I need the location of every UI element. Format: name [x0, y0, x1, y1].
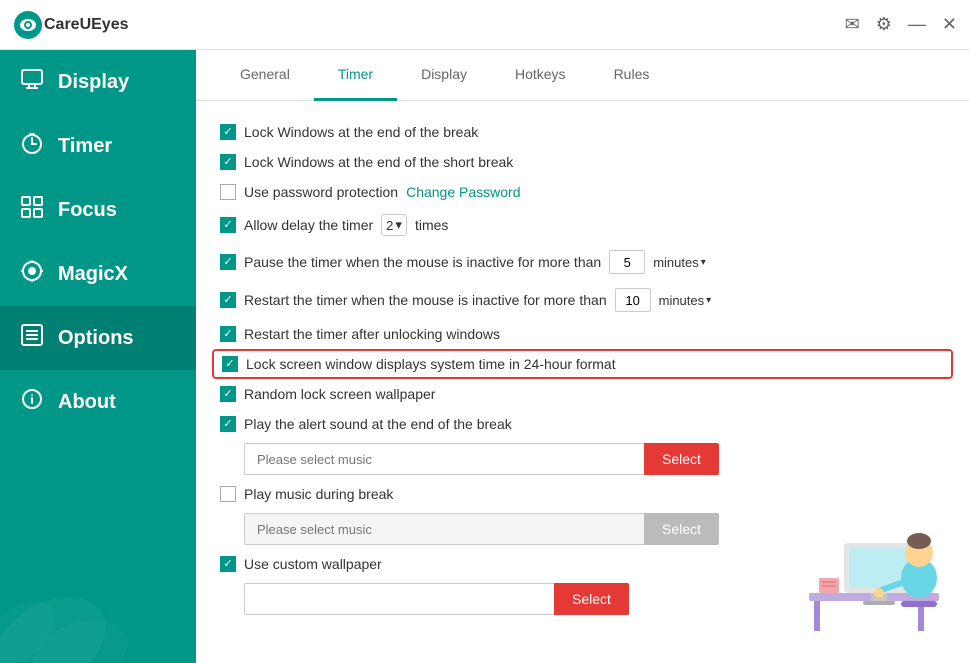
settings-content: ✓ Lock Windows at the end of the break ✓… — [196, 101, 969, 663]
checkbox-allow-delay[interactable]: ✓ — [220, 217, 236, 233]
email-icon[interactable]: ✉ — [845, 14, 860, 35]
tab-general[interactable]: General — [216, 50, 314, 101]
music-input-alert[interactable] — [244, 443, 644, 475]
change-password-link[interactable]: Change Password — [406, 184, 520, 200]
app-logo — [12, 9, 44, 41]
sidebar-label-focus: Focus — [58, 199, 117, 222]
checkbox-lock-windows-short[interactable]: ✓ — [220, 154, 236, 170]
sidebar-label-about: About — [58, 391, 116, 414]
sidebar-label-magicx: MagicX — [58, 263, 128, 286]
tab-rules[interactable]: Rules — [590, 50, 674, 101]
illustration — [789, 483, 949, 643]
label-restart-inactive: Restart the timer when the mouse is inac… — [244, 292, 607, 308]
music-select-button-break[interactable]: Select — [644, 513, 719, 545]
sidebar-item-focus[interactable]: Focus — [0, 178, 196, 242]
checkbox-play-music[interactable] — [220, 486, 236, 502]
checkbox-24hour[interactable]: ✓ — [222, 356, 238, 372]
tab-hotkeys[interactable]: Hotkeys — [491, 50, 590, 101]
close-button[interactable]: ✕ — [942, 14, 957, 35]
magicx-icon — [20, 260, 44, 288]
main-layout: Display Timer Fo — [0, 50, 969, 663]
timer-icon — [20, 132, 44, 160]
checkbox-random-wallpaper[interactable]: ✓ — [220, 386, 236, 402]
pause-units-dropdown[interactable]: minutes — [653, 255, 706, 270]
sidebar-item-magicx[interactable]: MagicX — [0, 242, 196, 306]
label-random-wallpaper: Random lock screen wallpaper — [244, 386, 435, 402]
label-custom-wallpaper: Use custom wallpaper — [244, 556, 382, 572]
sidebar-item-about[interactable]: i About — [0, 370, 196, 434]
settings-icon[interactable]: ⚙ — [876, 14, 892, 35]
label-24hour: Lock screen window displays system time … — [246, 356, 616, 372]
setting-lock-windows-short: ✓ Lock Windows at the end of the short b… — [220, 147, 945, 177]
sidebar-decoration — [0, 543, 196, 663]
setting-restart-unlocking: ✓ Restart the timer after unlocking wind… — [220, 319, 945, 349]
sidebar-item-options[interactable]: Options — [0, 306, 196, 370]
tab-timer[interactable]: Timer — [314, 50, 397, 101]
restart-units-dropdown[interactable]: minutes — [659, 293, 712, 308]
delay-times-dropdown[interactable]: 2 ▾ — [381, 214, 407, 236]
label-password-protection: Use password protection — [244, 184, 398, 200]
display-icon — [20, 68, 44, 96]
checkbox-lock-windows-break[interactable]: ✓ — [220, 124, 236, 140]
setting-allow-delay: ✓ Allow delay the timer 2 ▾ times — [220, 207, 945, 243]
minimize-button[interactable]: — — [908, 14, 926, 35]
options-icon — [20, 324, 44, 352]
label-times: times — [415, 217, 448, 233]
label-lock-windows-break: Lock Windows at the end of the break — [244, 124, 478, 140]
checkbox-custom-wallpaper[interactable]: ✓ — [220, 556, 236, 572]
label-pause-inactive: Pause the timer when the mouse is inacti… — [244, 254, 601, 270]
sidebar-item-timer[interactable]: Timer — [0, 114, 196, 178]
setting-play-alert: ✓ Play the alert sound at the end of the… — [220, 409, 945, 439]
svg-text:i: i — [30, 392, 34, 407]
wallpaper-select-button[interactable]: Select — [554, 583, 629, 615]
content-area: General Timer Display Hotkeys Rules ✓ — [196, 50, 969, 663]
setting-pause-inactive: ✓ Pause the timer when the mouse is inac… — [220, 243, 945, 281]
setting-random-wallpaper: ✓ Random lock screen wallpaper — [220, 379, 945, 409]
setting-lock-windows-break: ✓ Lock Windows at the end of the break — [220, 117, 945, 147]
checkbox-restart-unlocking[interactable]: ✓ — [220, 326, 236, 342]
checkbox-restart-inactive[interactable]: ✓ — [220, 292, 236, 308]
label-play-alert: Play the alert sound at the end of the b… — [244, 416, 512, 432]
sidebar-label-timer: Timer — [58, 135, 112, 158]
label-restart-unlocking: Restart the timer after unlocking window… — [244, 326, 500, 342]
checkbox-password-protection[interactable] — [220, 184, 236, 200]
setting-password-protection: Use password protection Change Password — [220, 177, 945, 207]
label-allow-delay: Allow delay the timer — [244, 217, 373, 233]
sidebar: Display Timer Fo — [0, 50, 196, 663]
tabs-bar: General Timer Display Hotkeys Rules — [196, 50, 969, 101]
music-select-row-alert: Select — [244, 443, 945, 475]
restart-minutes-input[interactable] — [615, 288, 651, 312]
sidebar-label-display: Display — [58, 71, 129, 94]
tab-display[interactable]: Display — [397, 50, 491, 101]
sidebar-label-options: Options — [58, 327, 134, 350]
label-play-music: Play music during break — [244, 486, 393, 502]
setting-24hour: ✓ Lock screen window displays system tim… — [212, 349, 953, 379]
label-lock-windows-short: Lock Windows at the end of the short bre… — [244, 154, 513, 170]
setting-restart-inactive: ✓ Restart the timer when the mouse is in… — [220, 281, 945, 319]
music-select-button-alert[interactable]: Select — [644, 443, 719, 475]
focus-icon — [20, 196, 44, 224]
sidebar-item-display[interactable]: Display — [0, 50, 196, 114]
titlebar-actions: ✉ ⚙ — ✕ — [845, 14, 957, 35]
about-icon: i — [20, 388, 44, 416]
app-title: CareUEyes — [44, 16, 845, 34]
titlebar: CareUEyes ✉ ⚙ — ✕ — [0, 0, 969, 50]
pause-minutes-input[interactable] — [609, 250, 645, 274]
checkbox-play-alert[interactable]: ✓ — [220, 416, 236, 432]
music-input-break[interactable] — [244, 513, 644, 545]
wallpaper-input[interactable] — [244, 583, 554, 615]
checkbox-pause-inactive[interactable]: ✓ — [220, 254, 236, 270]
